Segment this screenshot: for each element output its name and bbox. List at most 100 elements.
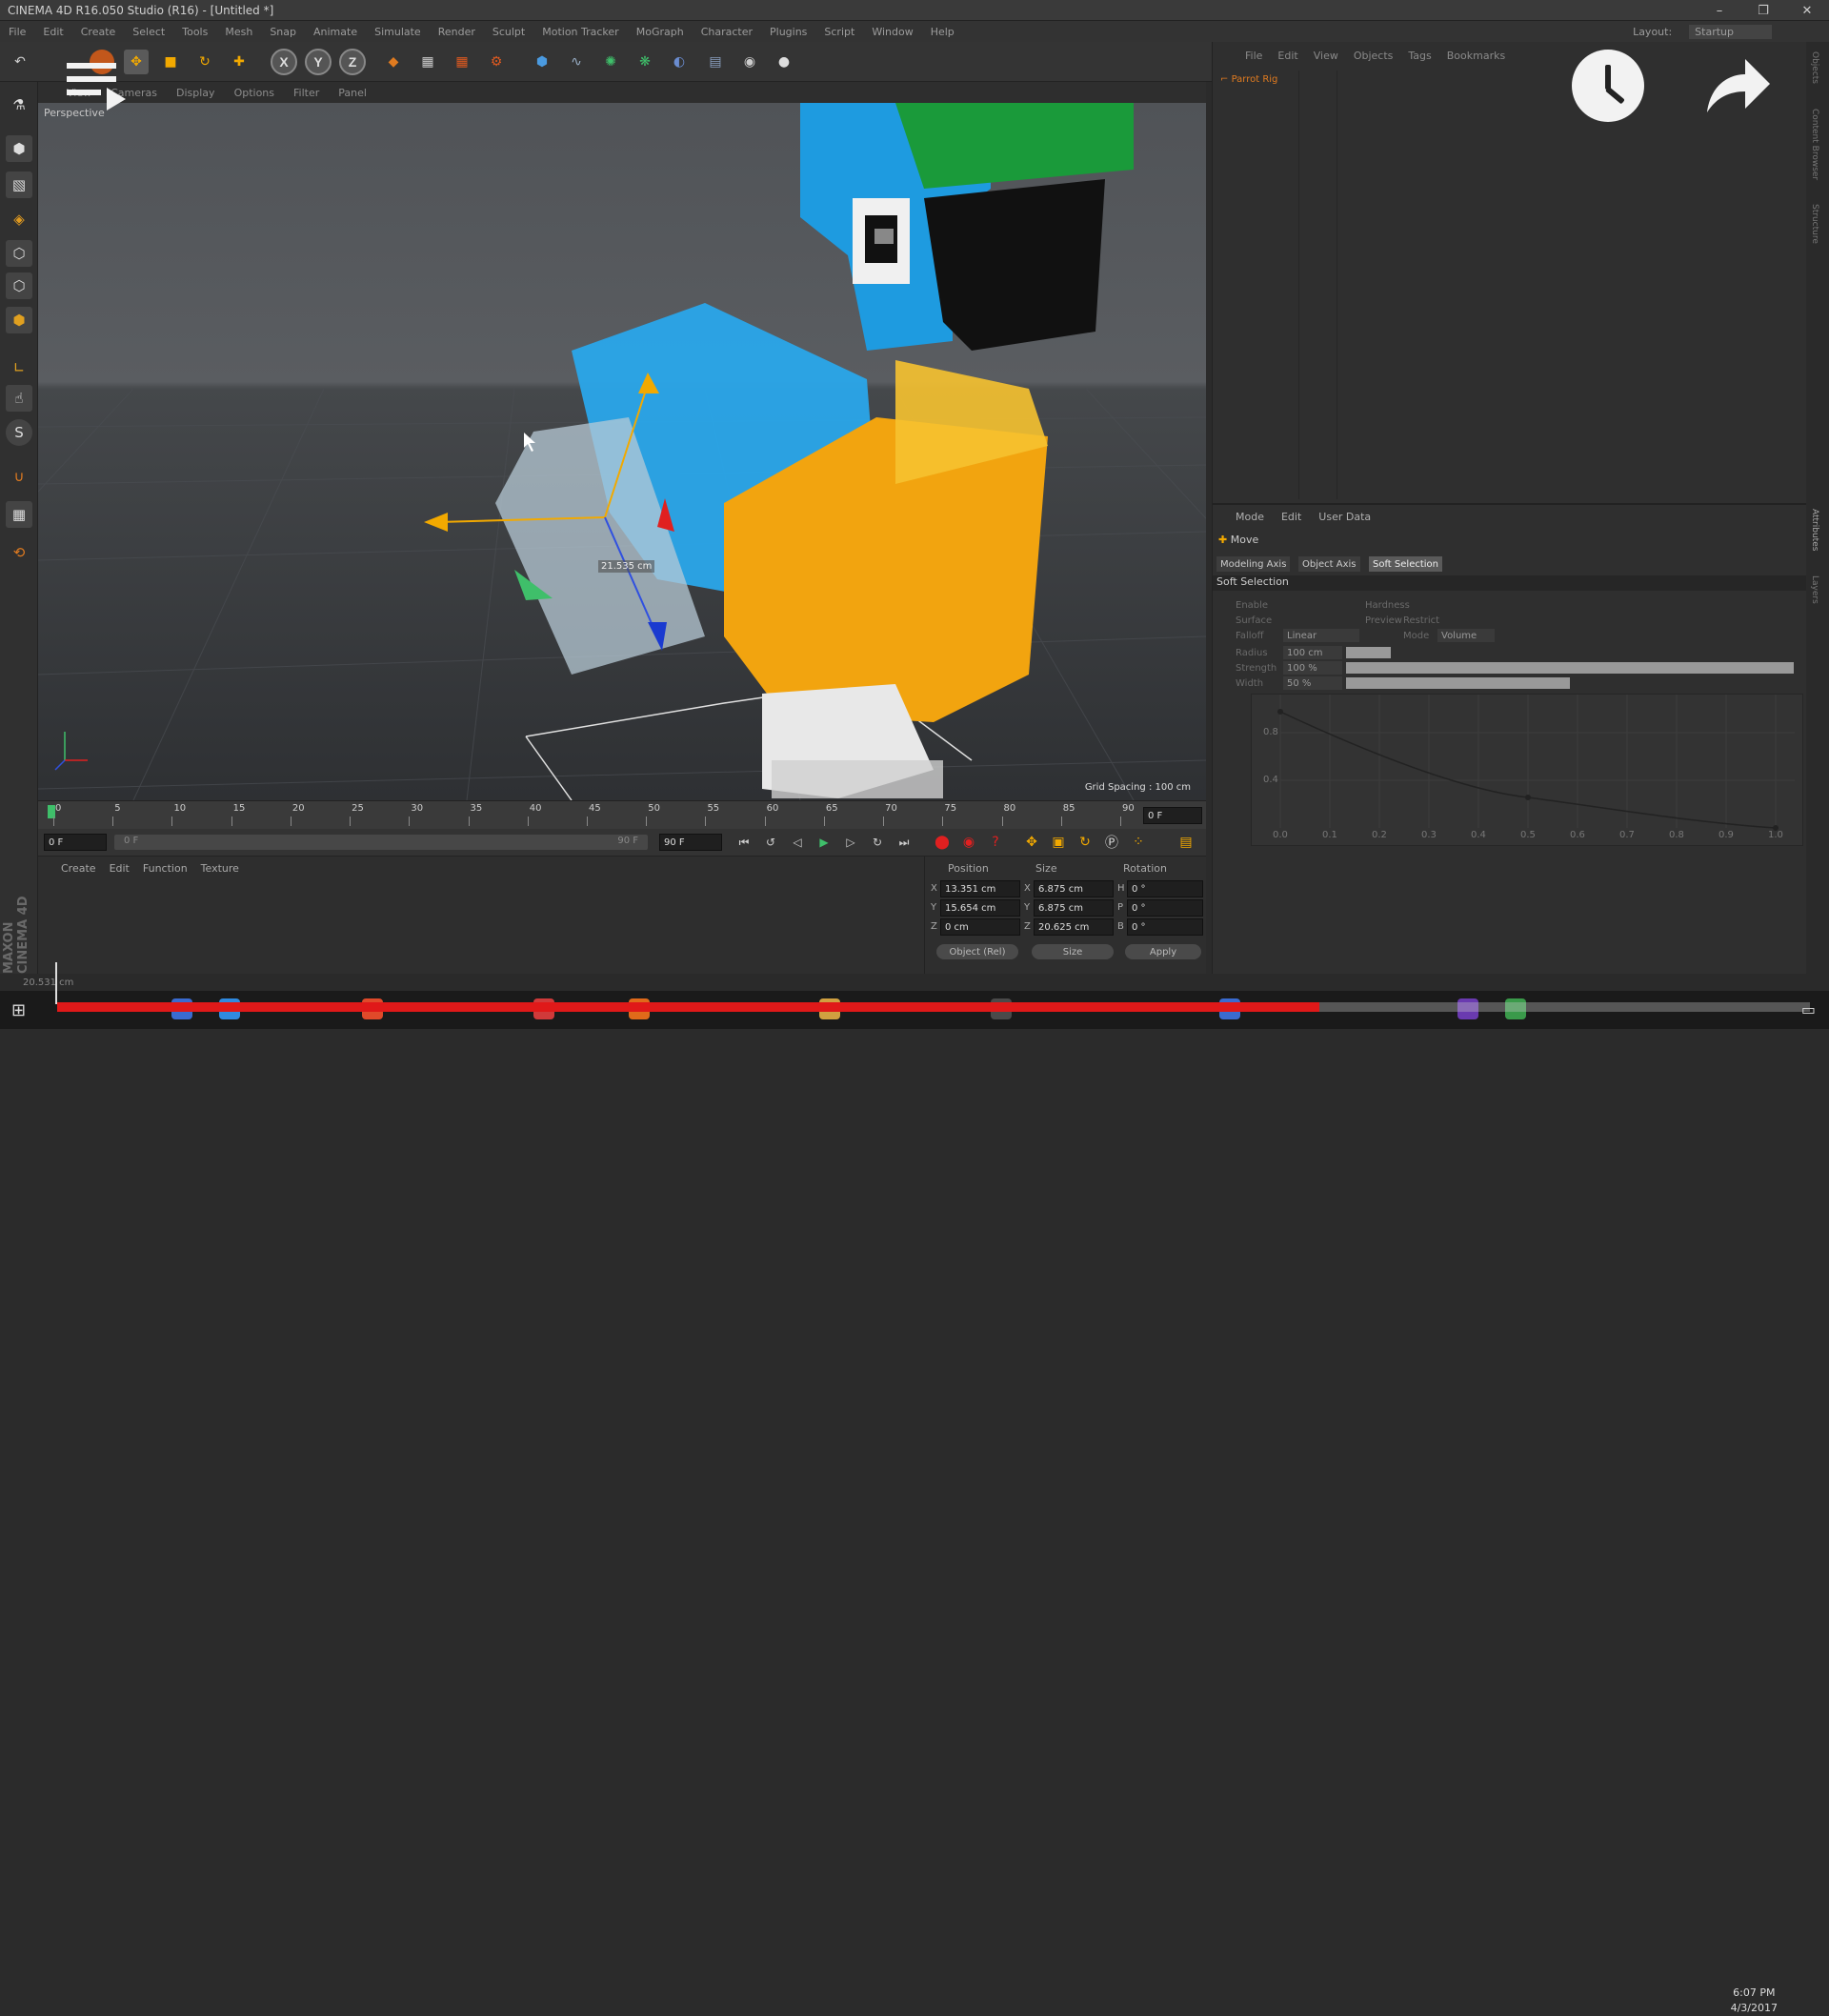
object-row[interactable]: ⌐ Parrot Rig (1220, 74, 1277, 85)
viewport[interactable]: Perspective 21.535 cm Grid Spacing: 100… (38, 103, 1206, 800)
rotate-tool-icon[interactable]: ↻ (192, 50, 217, 74)
playlist-overlay-button[interactable] (67, 63, 126, 124)
position-y-field[interactable]: 15.654 cm (940, 899, 1020, 917)
model-mode-icon[interactable]: ⬢ (6, 135, 32, 162)
current-frame-field[interactable]: 0 F (1143, 807, 1202, 824)
object-menu-bookmarks[interactable]: Bookmarks (1447, 50, 1505, 62)
coordinate-mode-select[interactable]: Object (Rel) (936, 944, 1018, 959)
rotation-h-field[interactable]: 0 ° (1127, 880, 1203, 897)
object-menu-edit[interactable]: Edit (1277, 50, 1297, 62)
object-menu-objects[interactable]: Objects (1354, 50, 1394, 62)
tab-modeling-axis[interactable]: Modeling Axis (1216, 556, 1291, 572)
magnet-icon[interactable]: ∪ (6, 463, 32, 490)
render-settings-icon[interactable]: ⚙ (484, 50, 509, 74)
menu-file[interactable]: File (9, 26, 26, 38)
menu-mograph[interactable]: MoGraph (636, 26, 684, 38)
make-editable-icon[interactable]: ⚗ (6, 91, 32, 118)
previous-key-icon[interactable]: ↺ (758, 830, 783, 855)
rotation-p-field[interactable]: 0 ° (1127, 899, 1203, 917)
viewport-menu-options[interactable]: Options (234, 87, 274, 99)
mode-select[interactable]: Volume (1437, 629, 1495, 642)
rotation-b-field[interactable]: 0 ° (1127, 918, 1203, 936)
object-menu-file[interactable]: File (1245, 50, 1262, 62)
polygons-mode-icon[interactable]: ⬢ (6, 307, 32, 333)
tab-object-axis[interactable]: Object Axis (1298, 556, 1360, 572)
tab-soft-selection[interactable]: Soft Selection (1369, 556, 1442, 572)
timeline-window-icon[interactable]: ▤ (1174, 830, 1198, 855)
spline-icon[interactable]: ∿ (564, 50, 589, 74)
previous-frame-icon[interactable]: ◁ (785, 830, 810, 855)
workplane-icon[interactable]: ▦ (6, 501, 32, 528)
render-view-icon[interactable]: ▦ (415, 50, 440, 74)
radius-field[interactable]: 100 cm (1283, 646, 1342, 659)
menu-mesh[interactable]: Mesh (225, 26, 252, 38)
axis-mode-icon[interactable]: ∟ (6, 354, 32, 381)
menu-plugins[interactable]: Plugins (770, 26, 807, 38)
falloff-graph[interactable]: 0.0 0.1 0.2 0.3 0.4 0.5 0.6 0.7 0.8 0.9 1.0 0.8 0.… (1251, 694, 1803, 846)
tab-layers-vertical[interactable]: Layers (1810, 575, 1819, 604)
record-icon[interactable]: ⬤ (930, 830, 955, 855)
menu-character[interactable]: Character (701, 26, 753, 38)
menu-select[interactable]: Select (132, 26, 165, 38)
go-to-start-icon[interactable]: ⏮ (732, 830, 756, 855)
end-frame-field[interactable]: 90 F (659, 834, 722, 851)
tab-objects-vertical[interactable]: Objects (1810, 51, 1819, 84)
apply-button[interactable]: Apply (1125, 944, 1201, 959)
keyframe-selection-icon[interactable]: ? (983, 830, 1008, 855)
size-y-field[interactable]: 6.875 cm (1034, 899, 1114, 917)
strength-field[interactable]: 100 % (1283, 661, 1342, 675)
tab-attributes-vertical[interactable]: Attributes (1810, 509, 1819, 551)
subdivision-icon[interactable]: ✺ (598, 50, 623, 74)
menu-help[interactable]: Help (931, 26, 955, 38)
start-frame-field[interactable]: 0 F (44, 834, 107, 851)
menu-sculpt[interactable]: Sculpt (492, 26, 525, 38)
share-icon[interactable] (1701, 55, 1774, 118)
undo-icon[interactable]: ↶ (8, 50, 32, 74)
key-parameter-icon[interactable]: Ⓟ (1099, 830, 1124, 855)
cloner-icon[interactable]: ❋ (633, 50, 657, 74)
move-tool-icon[interactable]: ✥ (124, 50, 149, 74)
scale-tool-icon[interactable]: ■ (158, 50, 183, 74)
menu-render[interactable]: Render (438, 26, 475, 38)
radius-slider[interactable] (1346, 647, 1391, 658)
viewport-menu-filter[interactable]: Filter (293, 87, 319, 99)
timeline-ruler[interactable]: 0 5 10 15 20 25 30 35 40 45 50 55 60 65 70 75 80 85 90 0 F (38, 800, 1206, 829)
menu-window[interactable]: Window (872, 26, 913, 38)
menu-simulate[interactable]: Simulate (374, 26, 421, 38)
z-axis-lock-button[interactable]: Z (339, 49, 366, 75)
width-slider[interactable] (1346, 677, 1570, 689)
object-menu-tags[interactable]: Tags (1408, 50, 1431, 62)
minimize-button[interactable]: – (1698, 0, 1741, 21)
size-mode-select[interactable]: Size (1032, 944, 1114, 959)
close-button[interactable]: ✕ (1785, 0, 1829, 21)
tab-structure-vertical[interactable]: Structure (1810, 204, 1819, 244)
material-menu-edit[interactable]: Edit (110, 862, 130, 875)
snapping-icon[interactable]: S (6, 419, 32, 446)
taskbar-clock[interactable]: 6:07 PM 4/3/2017 (1731, 1986, 1778, 2016)
menu-edit[interactable]: Edit (43, 26, 63, 38)
edges-mode-icon[interactable]: ⬡ (6, 272, 32, 299)
floor-icon[interactable]: ▤ (703, 50, 728, 74)
points-mode-icon[interactable]: ⬡ (6, 240, 32, 267)
autokey-icon[interactable]: ◉ (956, 830, 981, 855)
material-menu-function[interactable]: Function (143, 862, 188, 875)
key-pla-icon[interactable]: ⁘ (1126, 830, 1151, 855)
material-menu-texture[interactable]: Texture (201, 862, 239, 875)
cube-primitive-icon[interactable]: ⬢ (530, 50, 554, 74)
attribute-menu-user-data[interactable]: User Data (1318, 511, 1371, 523)
size-x-field[interactable]: 6.875 cm (1034, 880, 1114, 897)
workplane-mode-icon[interactable]: ◈ (6, 206, 32, 232)
texture-mode-icon[interactable]: ▧ (6, 171, 32, 198)
render-picture-viewer-icon[interactable]: ▦ (450, 50, 474, 74)
light-icon[interactable]: ● (772, 50, 796, 74)
viewport-menu-panel[interactable]: Panel (338, 87, 367, 99)
falloff-select[interactable]: Linear (1283, 629, 1359, 642)
layout-select[interactable]: Startup (1689, 24, 1772, 39)
camera-icon[interactable]: ◉ (737, 50, 762, 74)
play-icon[interactable]: ▶ (812, 830, 836, 855)
size-z-field[interactable]: 20.625 cm (1034, 918, 1114, 936)
y-axis-lock-button[interactable]: Y (305, 49, 332, 75)
key-rotation-icon[interactable]: ↻ (1073, 830, 1097, 855)
x-axis-lock-button[interactable]: X (271, 49, 297, 75)
attribute-menu-edit[interactable]: Edit (1281, 511, 1301, 523)
